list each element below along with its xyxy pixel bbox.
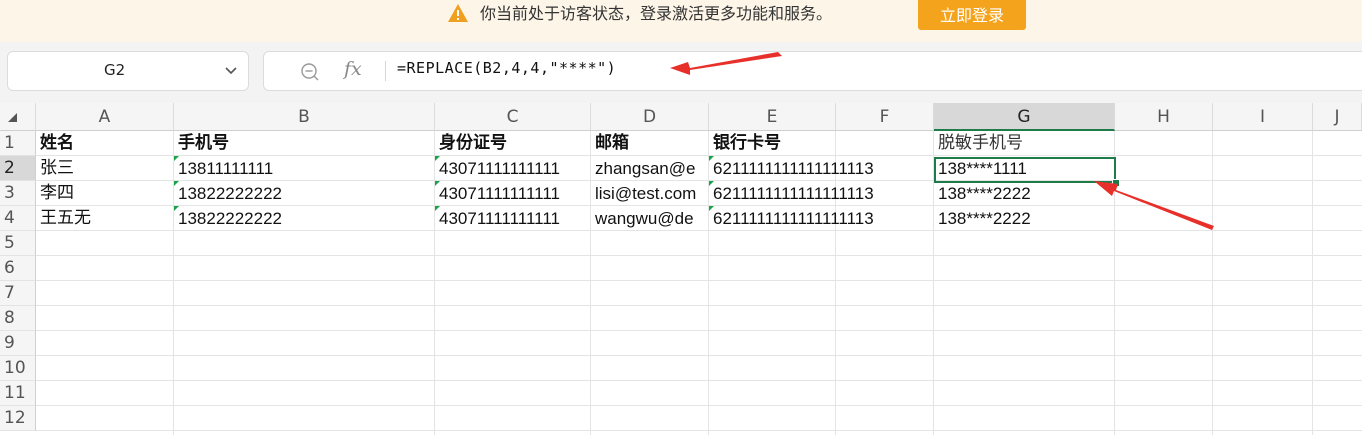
- arrow-to-formula: [670, 52, 782, 75]
- annotation-arrows: [670, 52, 1214, 230]
- arrow-to-cell: [1094, 181, 1214, 230]
